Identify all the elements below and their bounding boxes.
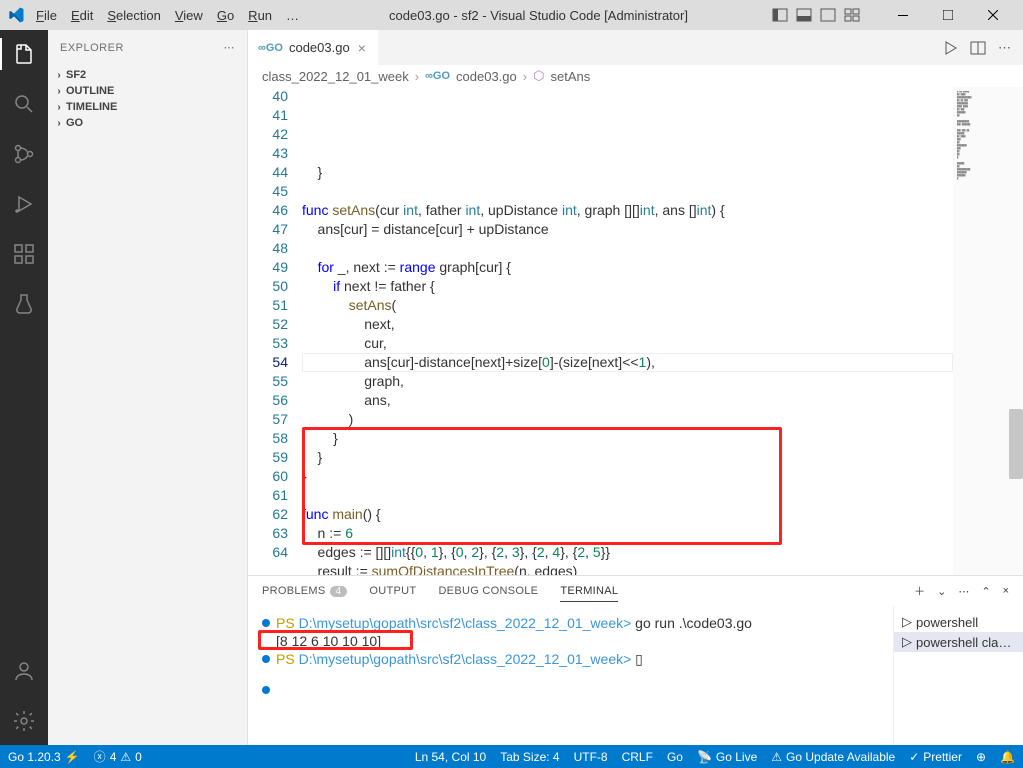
menu-edit[interactable]: Edit (65, 6, 99, 25)
status-feedback-icon[interactable]: ⊕ (976, 750, 986, 764)
tab-code03[interactable]: ∞GO code03.go × (248, 30, 379, 65)
minimize-button[interactable] (880, 0, 925, 30)
activity-testing[interactable] (0, 288, 48, 320)
terminal-dropdown-icon[interactable]: ⌄ (937, 585, 946, 598)
panel-tab-terminal[interactable]: TERMINAL (560, 581, 618, 602)
symbol-icon: ⬡ (533, 68, 544, 84)
new-terminal-icon[interactable]: ＋ (914, 583, 925, 599)
window-title: code03.go - sf2 - Visual Studio Code [Ad… (305, 8, 772, 23)
status-bar: Go 1.20.3 ⚡ ⓧ 4 ⚠ 0 Ln 54, Col 10 Tab Si… (0, 745, 1023, 768)
breadcrumb[interactable]: class_2022_12_01_week › ∞GO code03.go › … (248, 65, 1023, 87)
panel-maximize-icon[interactable]: ⌃ (981, 585, 990, 598)
menu-selection[interactable]: Selection (101, 6, 166, 25)
sidebar: EXPLORER ⋯ ›SF2 ›OUTLINE ›TIMELINE ›GO (48, 30, 248, 745)
code-content[interactable]: }func setAns(cur int, father int, upDist… (302, 87, 953, 575)
sidebar-more-icon[interactable]: ⋯ (224, 41, 236, 54)
terminal-list: ▷powershell ▷powershell cla… (893, 606, 1023, 745)
minimap[interactable]: █ ██ ███████ ██████████████████ ██ █████… (953, 87, 1023, 575)
activity-search[interactable] (0, 88, 48, 120)
go-file-icon: ∞GO (425, 70, 450, 82)
editor-area: ∞GO code03.go × ⋯ class_2022_12_01_week … (248, 30, 1023, 745)
sidebar-item-go[interactable]: ›GO (48, 115, 247, 131)
layout-controls (772, 7, 860, 23)
breadcrumb-folder[interactable]: class_2022_12_01_week (262, 69, 409, 84)
activity-debug[interactable] (0, 188, 48, 220)
status-golive[interactable]: 📡 Go Live (697, 750, 757, 764)
editor-tabs: ∞GO code03.go × ⋯ (248, 30, 1023, 65)
panel-tab-problems[interactable]: PROBLEMS4 (262, 581, 347, 601)
scrollbar-thumb[interactable] (1009, 409, 1023, 479)
tab-label: code03.go (289, 40, 350, 55)
panel-tab-output[interactable]: OUTPUT (369, 581, 416, 601)
status-bell-icon[interactable]: 🔔 (1000, 750, 1015, 764)
split-editor-icon[interactable] (970, 40, 986, 56)
breadcrumb-file[interactable]: code03.go (456, 69, 517, 84)
status-go-version[interactable]: Go 1.20.3 ⚡ (8, 750, 80, 764)
panel-tab-debug[interactable]: DEBUG CONSOLE (438, 581, 538, 601)
menu-bar: File Edit Selection View Go Run … (30, 6, 305, 25)
terminal-result: [8 12 6 10 10 10] (276, 632, 381, 650)
activity-settings[interactable] (0, 705, 48, 737)
menu-file[interactable]: File (30, 6, 63, 25)
code-editor[interactable]: 4041424344454647484950515253545556575859… (248, 87, 1023, 575)
sidebar-item-sf2[interactable]: ›SF2 (48, 67, 247, 83)
activity-explorer[interactable] (0, 38, 48, 70)
title-bar: File Edit Selection View Go Run … code03… (0, 0, 1023, 30)
sidebar-title: EXPLORER (60, 42, 124, 54)
maximize-button[interactable] (925, 0, 970, 30)
go-file-icon: ∞GO (258, 42, 283, 54)
line-gutter: 4041424344454647484950515253545556575859… (248, 87, 302, 575)
tab-close-icon[interactable]: × (356, 40, 368, 56)
activity-account[interactable] (0, 655, 48, 687)
breadcrumb-symbol[interactable]: setAns (550, 69, 590, 84)
activity-extensions[interactable] (0, 238, 48, 270)
status-prettier[interactable]: ✓ Prettier (909, 750, 962, 764)
sidebar-item-outline[interactable]: ›OUTLINE (48, 83, 247, 99)
status-problems[interactable]: ⓧ 4 ⚠ 0 (94, 748, 142, 765)
sidebar-item-timeline[interactable]: ›TIMELINE (48, 99, 247, 115)
run-icon[interactable] (942, 40, 958, 56)
menu-go[interactable]: Go (211, 6, 240, 25)
activity-bar (0, 30, 48, 745)
toggle-right-icon[interactable] (820, 7, 836, 23)
menu-run[interactable]: Run (242, 6, 278, 25)
status-tabsize[interactable]: Tab Size: 4 (500, 750, 559, 764)
status-update[interactable]: ⚠ Go Update Available (771, 750, 895, 764)
toggle-panel-icon[interactable] (772, 7, 788, 23)
panel-more-icon[interactable]: ⋯ (958, 585, 969, 598)
sidebar-header: EXPLORER ⋯ (48, 30, 247, 65)
vscode-icon (8, 7, 24, 23)
panel-tabs: PROBLEMS4 OUTPUT DEBUG CONSOLE TERMINAL … (248, 576, 1023, 606)
toggle-bottom-icon[interactable] (796, 7, 812, 23)
terminal-item-1[interactable]: ▷powershell (894, 612, 1023, 632)
panel-close-icon[interactable]: × (1003, 585, 1009, 597)
terminal-output[interactable]: PS D:\mysetup\gopath\src\sf2\class_2022_… (248, 606, 893, 745)
bottom-panel: PROBLEMS4 OUTPUT DEBUG CONSOLE TERMINAL … (248, 575, 1023, 745)
menu-more[interactable]: … (280, 6, 305, 25)
activity-scm[interactable] (0, 138, 48, 170)
status-encoding[interactable]: UTF-8 (574, 750, 608, 764)
status-cursor[interactable]: Ln 54, Col 10 (415, 750, 486, 764)
customize-layout-icon[interactable] (844, 7, 860, 23)
terminal-item-2[interactable]: ▷powershell cla… (894, 632, 1023, 652)
status-eol[interactable]: CRLF (622, 750, 653, 764)
editor-more-icon[interactable]: ⋯ (998, 40, 1011, 56)
menu-view[interactable]: View (169, 6, 209, 25)
close-button[interactable] (970, 0, 1015, 30)
status-lang[interactable]: Go (667, 750, 683, 764)
